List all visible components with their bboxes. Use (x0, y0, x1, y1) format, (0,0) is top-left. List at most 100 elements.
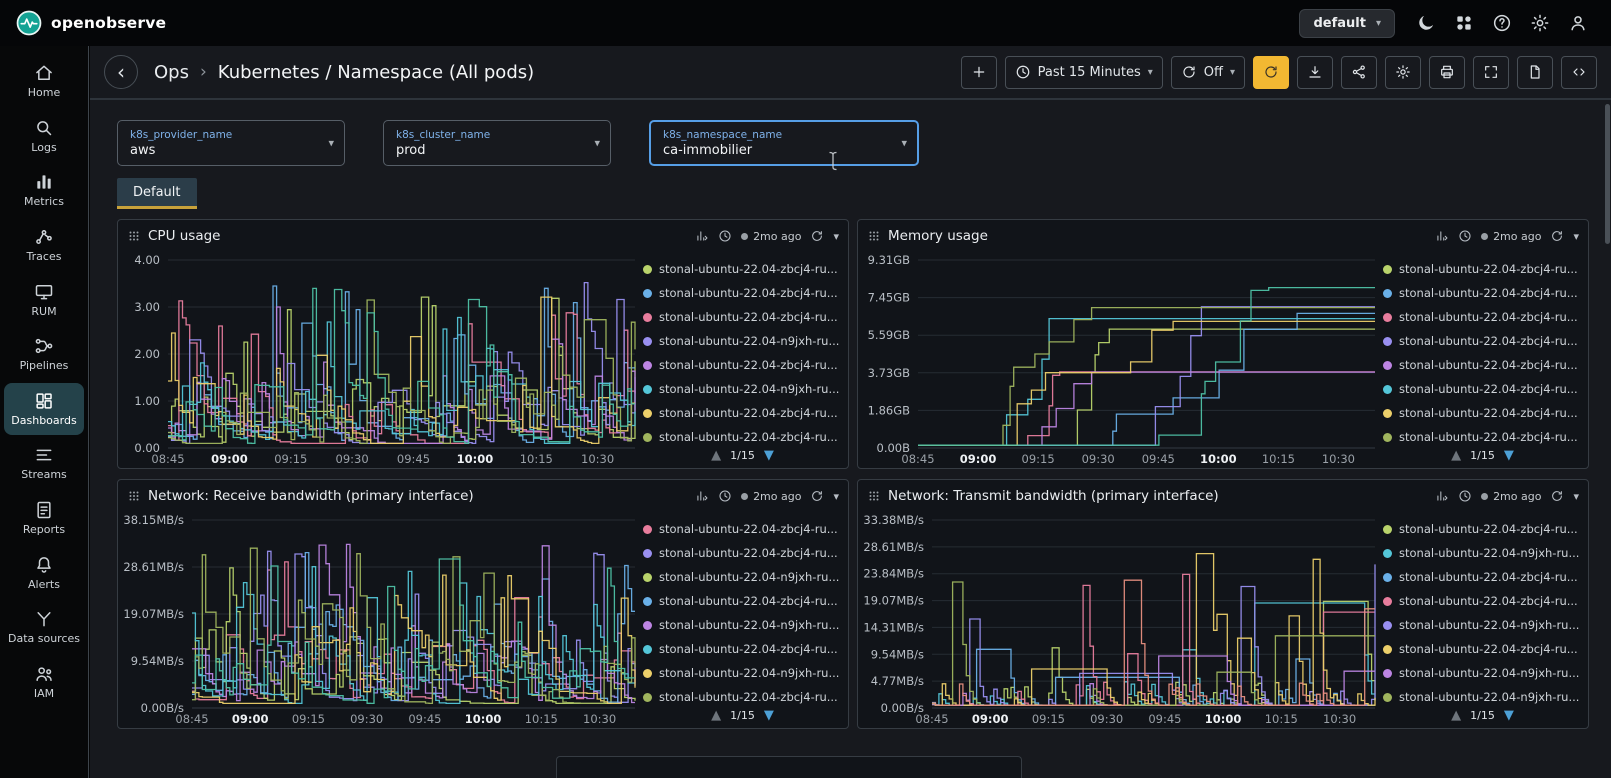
variable-filter-k8s_namespace_name[interactable]: k8s_namespace_name ca-immobilier ▾ (649, 120, 919, 166)
sidebar-item-reports[interactable]: Reports (4, 492, 84, 545)
legend-item[interactable]: stonal-ubuntu-22.04-n9jxh-ru... (1383, 661, 1582, 685)
legend-item[interactable]: stonal-ubuntu-22.04-n9jxh-ru... (1383, 541, 1582, 565)
chevron-down-icon[interactable]: ▾ (901, 137, 907, 150)
profile-button[interactable] (1561, 6, 1595, 40)
legend-item[interactable]: stonal-ubuntu-22.04-zbcj4-ru... (1383, 329, 1582, 353)
sidebar-item-pipelines[interactable]: Pipelines (4, 328, 84, 381)
legend-item[interactable]: stonal-ubuntu-22.04-zbcj4-ru... (643, 353, 842, 377)
sidebar-item-data-sources[interactable]: Data sources (4, 601, 84, 654)
panel-refresh-icon[interactable] (810, 489, 824, 503)
sidebar-item-dashboards[interactable]: Dashboards (4, 382, 84, 436)
settings-button[interactable] (1523, 6, 1557, 40)
back-button[interactable]: ‹ (104, 55, 138, 89)
legend-item[interactable]: stonal-ubuntu-22.04-zbcj4-ru... (643, 305, 842, 329)
variable-filter-k8s_cluster_name[interactable]: k8s_cluster_name prod ▾ (383, 120, 611, 166)
sidebar-item-rum[interactable]: RUM (4, 274, 84, 327)
drag-handle-icon[interactable] (127, 489, 141, 503)
fullscreen-button[interactable] (1473, 55, 1509, 89)
panel-query-stats-icon[interactable] (695, 489, 709, 503)
panel-menu-caret-icon[interactable]: ▾ (1573, 490, 1579, 503)
chart-plot-area[interactable]: 0.00B/s 9.54MB/s 19.07MB/s 28.61MB/s 38.15MB… (118, 512, 643, 728)
panel-menu-caret-icon[interactable]: ▾ (1573, 230, 1579, 243)
legend-item[interactable]: stonal-ubuntu-22.04-n9jxh-ru... (1383, 613, 1582, 637)
legend-item[interactable]: stonal-ubuntu-22.04-zbcj4-ru... (643, 685, 842, 704)
sidebar-item-traces[interactable]: Traces (4, 219, 84, 272)
legend-page-down-icon[interactable]: ▼ (1504, 708, 1514, 723)
sidebar-item-iam[interactable]: IAM (4, 656, 84, 709)
legend-page-down-icon[interactable]: ▼ (1504, 448, 1514, 463)
legend-page-up-icon[interactable]: ▲ (1451, 708, 1461, 723)
legend-item[interactable]: stonal-ubuntu-22.04-zbcj4-ru... (1383, 589, 1582, 613)
add-panel-button[interactable] (960, 55, 997, 89)
sidebar-item-alerts[interactable]: Alerts (4, 547, 84, 600)
legend-item[interactable]: stonal-ubuntu-22.04-zbcj4-ru... (1383, 281, 1582, 305)
legend-item[interactable]: stonal-ubuntu-22.04-zbcj4-ru... (643, 425, 842, 444)
legend-item[interactable]: stonal-ubuntu-22.04-zbcj4-ru... (1383, 305, 1582, 329)
legend-page-down-icon[interactable]: ▼ (764, 708, 774, 723)
legend-item[interactable]: stonal-ubuntu-22.04-n9jxh-ru... (643, 329, 842, 353)
legend-item[interactable]: stonal-ubuntu-22.04-zbcj4-ru... (643, 517, 842, 541)
chart-plot-area[interactable]: 0.00B/s 4.77MB/s 9.54MB/s 14.31MB/s 19.07MB/… (858, 512, 1383, 728)
dashboard-settings-button[interactable] (1385, 55, 1421, 89)
legend-page-up-icon[interactable]: ▲ (711, 448, 721, 463)
auto-refresh-interval-button[interactable]: Off ▾ (1170, 55, 1245, 89)
legend-item[interactable]: stonal-ubuntu-22.04-n9jxh-ru... (1383, 685, 1582, 704)
panel-cache-clock-icon[interactable] (718, 229, 732, 243)
brand[interactable]: openobserve (16, 10, 166, 36)
export-dashboard-button[interactable] (1297, 55, 1333, 89)
legend-item[interactable]: stonal-ubuntu-22.04-zbcj4-ru... (643, 637, 842, 661)
drag-handle-icon[interactable] (127, 229, 141, 243)
legend-item[interactable]: stonal-ubuntu-22.04-zbcj4-ru... (643, 257, 842, 281)
legend-item[interactable]: stonal-ubuntu-22.04-zbcj4-ru... (643, 281, 842, 305)
chart-plot-area[interactable]: 0.00 1.00 2.00 3.00 4.00 08:45 09:00 09:15 09:30… (118, 252, 643, 468)
legend-item[interactable]: stonal-ubuntu-22.04-zbcj4-ru... (1383, 353, 1582, 377)
refresh-dashboard-button[interactable] (1253, 55, 1289, 89)
legend-item[interactable]: stonal-ubuntu-22.04-n9jxh-ru... (643, 613, 842, 637)
org-selector[interactable]: default ▾ (1299, 8, 1395, 38)
print-dashboard-button[interactable] (1429, 55, 1465, 89)
legend-item[interactable]: stonal-ubuntu-22.04-zbcj4-ru... (1383, 425, 1582, 444)
panel-cache-clock-icon[interactable] (1458, 489, 1472, 503)
legend-item[interactable]: stonal-ubuntu-22.04-zbcj4-ru... (643, 401, 842, 425)
panel-menu-caret-icon[interactable]: ▾ (833, 230, 839, 243)
legend-page-down-icon[interactable]: ▼ (764, 448, 774, 463)
chevron-down-icon[interactable]: ▾ (594, 137, 600, 150)
sidebar-item-home[interactable]: Home (4, 55, 84, 108)
drag-handle-icon[interactable] (867, 489, 881, 503)
sidebar-item-streams[interactable]: Streams (4, 437, 84, 490)
legend-item[interactable]: stonal-ubuntu-22.04-zbcj4-ru... (643, 541, 842, 565)
legend-item[interactable]: stonal-ubuntu-22.04-zbcj4-ru... (1383, 637, 1582, 661)
legend-item[interactable]: stonal-ubuntu-22.04-zbcj4-ru... (1383, 517, 1582, 541)
legend-item[interactable]: stonal-ubuntu-22.04-zbcj4-ru... (1383, 401, 1582, 425)
legend-item[interactable]: stonal-ubuntu-22.04-zbcj4-ru... (1383, 257, 1582, 281)
sidebar-item-metrics[interactable]: Metrics (4, 164, 84, 217)
legend-item[interactable]: stonal-ubuntu-22.04-n9jxh-ru... (643, 565, 842, 589)
drag-handle-icon[interactable] (867, 229, 881, 243)
panel-menu-caret-icon[interactable]: ▾ (833, 490, 839, 503)
panel-query-stats-icon[interactable] (695, 229, 709, 243)
sidebar-item-logs[interactable]: Logs (4, 110, 84, 163)
legend-item[interactable]: stonal-ubuntu-22.04-zbcj4-ru... (643, 589, 842, 613)
panel-refresh-icon[interactable] (1550, 489, 1564, 503)
breadcrumb-folder[interactable]: Ops (154, 62, 189, 83)
help-button[interactable] (1485, 6, 1519, 40)
legend-item[interactable]: stonal-ubuntu-22.04-zbcj4-ru... (1383, 377, 1582, 401)
legend-item[interactable]: stonal-ubuntu-22.04-n9jxh-ru... (643, 661, 842, 685)
legend-page-up-icon[interactable]: ▲ (1451, 448, 1461, 463)
legend-page-up-icon[interactable]: ▲ (711, 708, 721, 723)
panel-cache-clock-icon[interactable] (1458, 229, 1472, 243)
panel-refresh-icon[interactable] (1550, 229, 1564, 243)
chevron-down-icon[interactable]: ▾ (328, 137, 334, 150)
variable-filter-k8s_provider_name[interactable]: k8s_provider_name aws ▾ (117, 120, 345, 166)
panel-query-stats-icon[interactable] (1435, 489, 1449, 503)
apps-button[interactable] (1447, 6, 1481, 40)
panel-cache-clock-icon[interactable] (718, 489, 732, 503)
panel-refresh-icon[interactable] (810, 229, 824, 243)
legend-item[interactable]: stonal-ubuntu-22.04-n9jxh-ru... (643, 377, 842, 401)
panel-query-stats-icon[interactable] (1435, 229, 1449, 243)
legend-item[interactable]: stonal-ubuntu-22.04-zbcj4-ru... (1383, 565, 1582, 589)
share-dashboard-button[interactable] (1341, 55, 1377, 89)
scrollbar-thumb[interactable] (1605, 104, 1610, 244)
chart-plot-area[interactable]: 0.00B 1.86GB 3.73GB 5.59GB 7.45GB 9.31GB 08:45… (858, 252, 1383, 468)
view-json-button[interactable] (1517, 55, 1553, 89)
